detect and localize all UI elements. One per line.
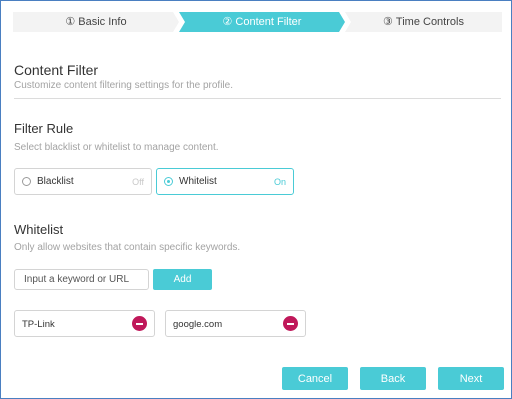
remove-icon[interactable] <box>132 316 147 331</box>
cancel-button[interactable]: Cancel <box>282 367 348 390</box>
step-content-filter[interactable]: ② Content Filter <box>179 12 345 32</box>
step-label: Content Filter <box>235 16 302 28</box>
step-number: ② <box>222 16 233 28</box>
remove-icon[interactable] <box>283 316 298 331</box>
divider <box>14 98 501 99</box>
step-label: Time Controls <box>395 16 464 28</box>
add-button[interactable]: Add <box>153 269 212 290</box>
step-number: ① <box>65 16 76 28</box>
radio-unchecked-icon <box>22 177 31 186</box>
step-basic-info[interactable]: ① Basic Info <box>13 12 179 32</box>
radio-label: Whitelist <box>179 176 217 187</box>
filter-rule-description: Select blacklist or whitelist to manage … <box>14 142 219 153</box>
step-label: Basic Info <box>78 16 127 28</box>
whitelist-description: Only allow websites that contain specifi… <box>14 242 241 253</box>
wizard-stepper: ① Basic Info ② Content Filter ③ Time Contro… <box>13 12 502 32</box>
dialog-frame: ① Basic Info ② Content Filter ③ Time Contro… <box>0 0 512 399</box>
radio-state: Off <box>132 177 144 187</box>
whitelist-option[interactable]: Whitelist On <box>156 168 294 195</box>
radio-label: Blacklist <box>37 176 74 187</box>
whitelist-title: Whitelist <box>14 222 64 237</box>
blacklist-option[interactable]: Blacklist Off <box>14 168 152 195</box>
radio-checked-icon <box>164 177 173 186</box>
whitelist-entry: google.com <box>165 310 306 337</box>
entry-text: google.com <box>173 319 223 330</box>
page-title: Content Filter <box>14 62 99 78</box>
filter-rule-title: Filter Rule <box>14 121 74 136</box>
next-button[interactable]: Next <box>438 367 504 390</box>
entry-text: TP-Link <box>22 319 55 330</box>
radio-state: On <box>273 177 286 187</box>
back-button[interactable]: Back <box>360 367 426 390</box>
step-number: ③ <box>383 16 393 28</box>
page-subtitle: Customize content filtering settings for… <box>14 80 233 91</box>
whitelist-entry: TP-Link <box>14 310 155 337</box>
step-time-controls[interactable]: ③ Time Controls <box>345 12 502 32</box>
keyword-input[interactable] <box>14 269 149 290</box>
